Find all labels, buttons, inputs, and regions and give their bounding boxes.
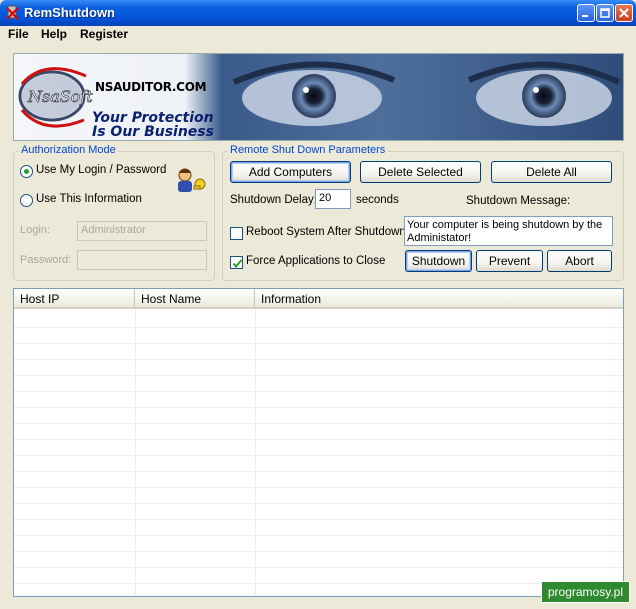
row-line — [14, 407, 623, 408]
row-line — [14, 391, 623, 392]
shutdown-message-label: Shutdown Message: — [466, 195, 571, 207]
column-information[interactable]: Information — [255, 289, 623, 309]
use-my-login-label[interactable]: Use My Login / Password — [36, 164, 166, 176]
row-line — [14, 343, 623, 344]
logo-text: NsaSoft — [27, 87, 93, 106]
add-computers-button[interactable]: Add Computers — [230, 161, 351, 183]
host-list[interactable]: Host IP Host Name Information — [13, 288, 624, 597]
seconds-label: seconds — [356, 194, 399, 206]
password-input[interactable] — [77, 250, 207, 270]
use-this-info-radio[interactable] — [20, 194, 33, 207]
maximize-button[interactable] — [596, 4, 614, 22]
prevent-button[interactable]: Prevent — [476, 250, 543, 272]
remote-params-legend: Remote Shut Down Parameters — [228, 144, 388, 156]
banner: NsaSoft NSAUDITOR.COM Your Protection Is… — [13, 53, 624, 141]
minimize-button[interactable] — [577, 4, 595, 22]
menu-file[interactable]: File — [8, 27, 29, 41]
row-line — [14, 583, 623, 584]
login-label: Login: — [20, 224, 50, 236]
column-divider — [135, 309, 136, 596]
delete-all-button[interactable]: Delete All — [491, 161, 612, 183]
shutdown-button[interactable]: Shutdown — [405, 250, 472, 272]
maximize-icon — [600, 8, 610, 18]
minimize-icon — [582, 15, 588, 17]
row-line — [14, 375, 623, 376]
brand-text: NSAUDITOR.COM — [95, 80, 207, 94]
force-close-label[interactable]: Force Applications to Close — [246, 255, 385, 267]
use-my-login-radio[interactable] — [20, 165, 33, 178]
shutdown-delay-input[interactable]: 20 — [315, 189, 351, 209]
row-line — [14, 519, 623, 520]
delete-selected-button[interactable]: Delete Selected — [360, 161, 481, 183]
force-close-checkbox[interactable] — [230, 256, 243, 269]
row-line — [14, 567, 623, 568]
title-bar[interactable]: RemShutdown — [0, 0, 636, 26]
menu-bar: File Help Register — [0, 26, 636, 44]
window-title: RemShutdown — [24, 5, 115, 20]
menu-help[interactable]: Help — [41, 27, 67, 41]
list-header: Host IP Host Name Information — [14, 289, 623, 309]
menu-register[interactable]: Register — [80, 27, 128, 41]
authorization-legend: Authorization Mode — [19, 144, 118, 156]
row-line — [14, 439, 623, 440]
close-icon — [619, 8, 629, 18]
shutdown-delay-label: Shutdown Delay: — [230, 194, 317, 206]
row-line — [14, 327, 623, 328]
use-this-info-label[interactable]: Use This Information — [36, 193, 142, 205]
row-line — [14, 487, 623, 488]
login-input[interactable]: Administrator — [77, 221, 207, 241]
app-icon — [6, 5, 19, 20]
reboot-label[interactable]: Reboot System After Shutdown — [246, 226, 406, 238]
column-host-name[interactable]: Host Name — [135, 289, 255, 309]
row-line — [14, 455, 623, 456]
watermark: programosy.pl — [540, 581, 630, 603]
column-host-ip[interactable]: Host IP — [14, 289, 135, 309]
row-line — [14, 359, 623, 360]
row-line — [14, 503, 623, 504]
close-button[interactable] — [615, 4, 633, 22]
row-line — [14, 423, 623, 424]
row-line — [14, 551, 623, 552]
checkmark-icon — [232, 259, 243, 269]
row-line — [14, 471, 623, 472]
row-line — [14, 535, 623, 536]
password-label: Password: — [20, 254, 72, 266]
user-keys-icon — [178, 168, 206, 192]
shutdown-message-input[interactable]: Your computer is being shutdown by the A… — [404, 216, 613, 246]
reboot-checkbox[interactable] — [230, 227, 243, 240]
tagline-2: Is Our Business — [92, 124, 214, 140]
abort-button[interactable]: Abort — [547, 250, 612, 272]
column-divider — [255, 309, 256, 596]
